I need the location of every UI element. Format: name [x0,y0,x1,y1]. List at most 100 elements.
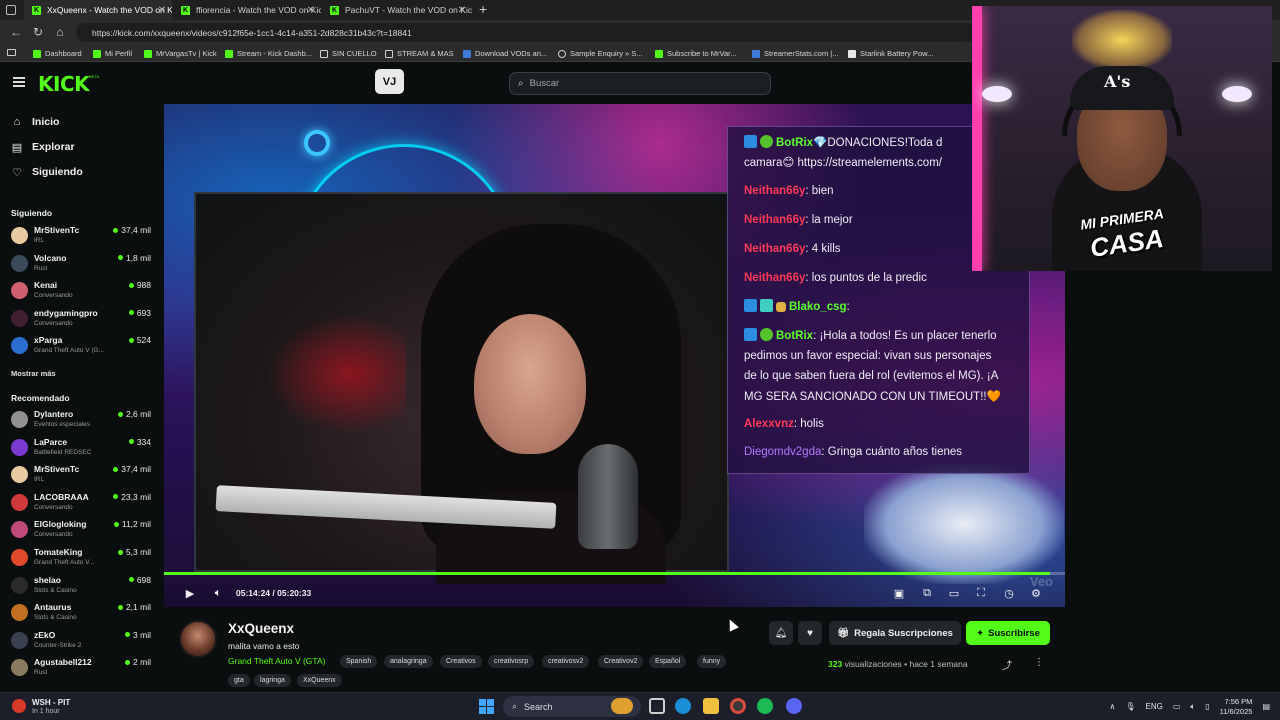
network-icon[interactable]: ▭ [1173,702,1181,711]
settings-gear-icon[interactable]: ⚙ [1028,585,1044,601]
sidebar-channel-row[interactable]: Agustabell212 Rust 2 mil [11,655,151,681]
tag-chip[interactable]: analagringa [384,655,433,668]
mic-icon[interactable]: 🎙︎ [1125,702,1135,711]
search-input[interactable] [529,78,750,89]
tag-chip[interactable]: gta [228,674,250,687]
tag-chip[interactable]: creativosv2 [542,655,590,668]
sidebar-channel-row[interactable]: shelao Slots & Casino 698 [11,573,151,599]
sidebar-channel-row[interactable]: Dylantero Eventos especiales 2,6 mil [11,407,151,433]
more-options-icon[interactable]: ⋮ [1034,657,1044,668]
sidebar-channel-row[interactable]: Volcano Rust 1,8 mil [11,251,151,277]
gift-subs-button[interactable]: 🎁︎ Regala Suscripciones [829,621,961,645]
video-player[interactable]: BotRix💎DONACIONES!Toda d camara😊 https://… [164,104,1065,607]
tab-ffiorencia[interactable]: K ffiorencia - Watch the VOD on Kic ✕ [173,0,321,20]
bookmark-dashboard[interactable]: Dashboard [33,47,82,60]
bookmark-stream-dashboard[interactable]: Stream - Kick Dashb... [225,47,312,60]
clip-icon[interactable]: ▣ [891,585,907,601]
nav-explorar[interactable]: ▤ Explorar [11,139,75,155]
bookmark-download-vods[interactable]: Download VODs an... [463,47,547,60]
miniplayer-icon[interactable]: ⧉ [919,585,935,601]
nav-siguiendo[interactable]: ♡ Siguiendo [11,164,83,180]
start-button-icon[interactable] [479,699,494,714]
bookmark-streamerstats[interactable]: StreamerStats.com |... [752,47,838,60]
tag-chip[interactable]: Spanish [340,655,378,668]
chat-username: Alexxvnz [744,418,794,430]
bookmark-stream-mas[interactable]: STREAM & MAS [385,47,454,60]
home-icon[interactable]: ⌂ [52,24,68,40]
recommended-section-title: Recomendado [11,393,70,403]
channel-name: LaParce [34,436,68,447]
url-field[interactable]: https://kick.com/xxqueenx/videos/c912f65… [76,23,976,42]
close-tab-icon[interactable]: ✕ [458,5,466,16]
channel-name[interactable]: XxQueenx [228,621,294,636]
close-tab-icon[interactable]: ✕ [307,5,315,16]
sidebar-channel-row[interactable]: MrStivenTc IRL 37,4 mil [11,462,151,488]
progress-bar[interactable] [164,572,1065,575]
sidebar-channel-row[interactable]: Kenai Conversando 988 [11,278,151,304]
bookmark-site-icon [463,49,471,58]
spotify-icon[interactable] [757,698,773,714]
search-box[interactable]: ⌕ [509,72,771,95]
tab-xxqueenx[interactable]: K XxQueenx - Watch the VOD on Kic ✕ [24,0,172,20]
volume-icon[interactable]: 🔈︎ [210,585,226,601]
tag-chip[interactable]: Español [649,655,687,668]
sidebar-channel-row[interactable]: zEkO Counter-Strike 2 3 mil [11,628,151,654]
bookmark-starlink[interactable]: Starlink Battery Pow... [848,47,933,60]
window-menu-icon[interactable] [6,5,16,15]
widgets-icon[interactable] [611,698,633,714]
chrome-icon[interactable] [730,698,746,714]
sidebar-channel-row[interactable]: LACOBRAAA Conversando 23,3 mil [11,490,151,516]
sidebar-channel-row[interactable]: xParga Grand Theft Auto V (G... 524 [11,333,151,359]
subscribe-button[interactable]: ✦ Suscribirse [966,621,1050,645]
tray-chevron-icon[interactable]: ∧ [1109,702,1115,711]
notification-bell-button[interactable]: 🔔︎ [769,621,793,645]
battery-icon[interactable]: ▯ [1205,702,1209,711]
notifications-icon[interactable]: ▤ [1262,702,1270,711]
theater-mode-icon[interactable]: ▭ [946,585,962,601]
speed-icon[interactable]: ◷ [1001,585,1017,601]
task-view-icon[interactable] [649,698,665,714]
fullscreen-icon[interactable]: ⛶ [973,585,989,601]
channel-avatar[interactable] [179,620,217,658]
sidebar-channel-row[interactable]: Antaurus Slots & Casino 2,1 mil [11,600,151,626]
bookmark-subscribe[interactable]: Subscribe to MrVar... [655,47,736,60]
sidebar-channel-row[interactable]: ElGlogloking Conversando 11,2 mil [11,517,151,543]
tag-chip[interactable]: funny [697,655,727,668]
sidebar-channel-row[interactable]: endygamingpro Conversando 693 [11,306,151,332]
tag-chip[interactable]: lagringa [254,674,291,687]
bookmark-sin-cuello[interactable]: SIN CUELLO [320,47,377,60]
discord-icon[interactable] [786,698,802,714]
follow-heart-button[interactable]: ♥ [798,621,822,645]
tab-pachuvt[interactable]: K PachuVT - Watch the VOD on Kic ✕ [322,0,472,20]
play-icon[interactable]: ▶ [182,585,198,601]
file-explorer-icon[interactable] [703,698,719,714]
tab-actions-icon[interactable] [7,49,16,56]
close-tab-icon[interactable]: ✕ [158,5,166,16]
edge-browser-icon[interactable] [675,698,691,714]
tag-chip[interactable]: Creativos [440,655,482,668]
category-link[interactable]: Grand Theft Auto V (GTA) [228,656,325,666]
cap-logo: A's [1104,72,1131,91]
tag-chip[interactable]: XxQueenx [297,674,342,687]
sidebar-channel-row[interactable]: LaParce Battlefield REDSEC 334 [11,435,151,461]
vj-button[interactable]: VJ [375,69,404,94]
language-indicator[interactable]: ENG [1146,702,1163,711]
menu-icon[interactable] [13,77,25,87]
bookmark-mrvargastv[interactable]: MrVargasTv | Kick [144,47,217,60]
speaker-icon[interactable]: 🔈︎ [1190,702,1195,712]
nav-inicio[interactable]: ⌂ Inicio [11,114,60,130]
channel-avatar [11,438,28,456]
show-more-link[interactable]: Mostrar más [11,369,56,378]
share-icon[interactable]: ⤴ [1002,657,1012,672]
clock[interactable]: 7:56 PM 11/6/2025 [1220,697,1253,717]
sidebar-channel-row[interactable]: TomateKing Grand Theft Auto V... 5,3 mil [11,545,151,571]
sidebar-channel-row[interactable]: MrStivenTc IRL 37,4 mil [11,223,151,249]
bookmark-mi-perfil[interactable]: Mi Perfil [93,47,132,60]
kick-logo[interactable]: KICK [38,72,90,96]
new-tab-button[interactable]: + [479,1,487,17]
tag-chip[interactable]: creativosrp [488,655,535,668]
back-icon[interactable]: ← [8,24,24,40]
tag-chip[interactable]: Creativov2 [598,655,644,668]
bookmark-sample-enquiry[interactable]: Sample Enquiry » S... [558,47,643,60]
reload-icon[interactable]: ↻ [30,24,46,40]
